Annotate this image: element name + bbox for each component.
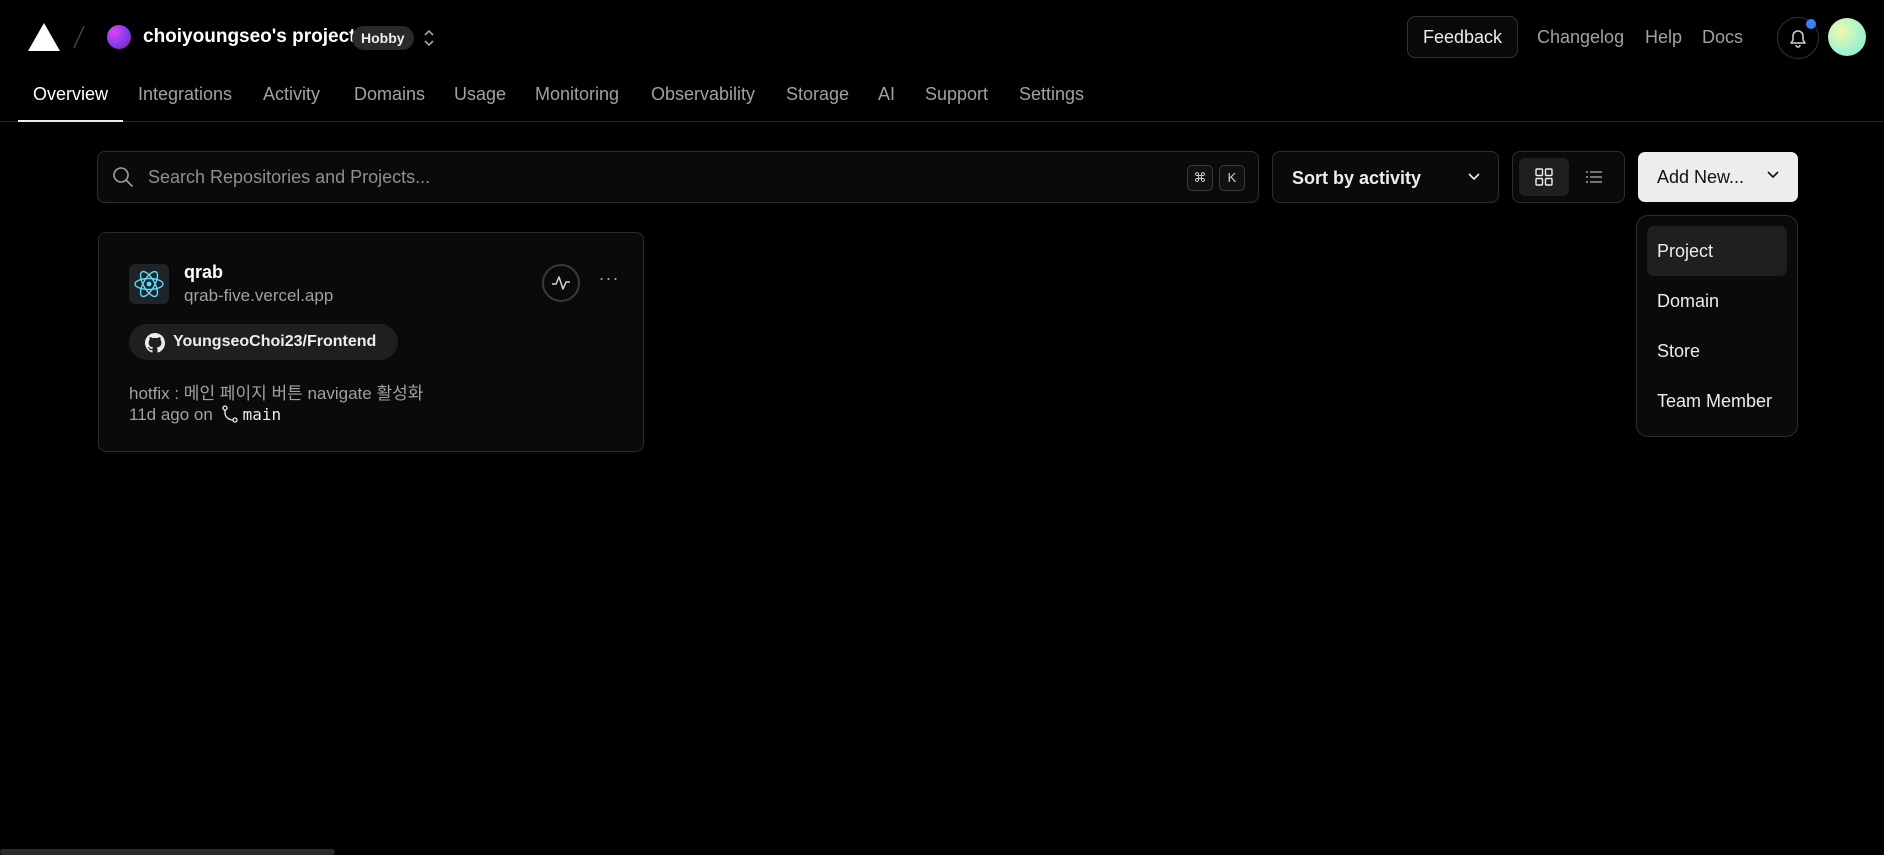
sort-select-value: Sort by activity (1292, 168, 1422, 188)
team-switcher-chevron-icon[interactable] (420, 26, 438, 50)
team-name[interactable]: choiyoungseo's projects (143, 26, 366, 48)
horizontal-scrollbar[interactable] (0, 849, 335, 855)
tab-activity[interactable]: Activity (263, 84, 320, 105)
tab-observability[interactable]: Observability (651, 84, 755, 105)
active-tab-indicator (18, 120, 123, 122)
team-avatar[interactable] (107, 25, 131, 49)
nav-tabs: Overview Integrations Activity Domains U… (0, 76, 1884, 122)
tab-settings[interactable]: Settings (1019, 84, 1084, 105)
list-icon (1586, 171, 1602, 183)
tab-monitoring[interactable]: Monitoring (535, 84, 619, 105)
bell-icon (1790, 30, 1806, 48)
chevron-down-icon (1468, 173, 1480, 181)
repo-name: YoungseoChoi23/Frontend (173, 333, 377, 350)
tab-storage[interactable]: Storage (786, 84, 849, 105)
pulse-icon (552, 276, 570, 290)
vercel-logo-icon[interactable] (28, 23, 60, 56)
list-view-button[interactable] (1569, 158, 1619, 196)
help-link[interactable]: Help (1645, 27, 1682, 48)
shortcut-k-key: K (1219, 165, 1245, 191)
git-branch-icon (221, 405, 238, 423)
menu-item-domain[interactable]: Domain (1647, 276, 1787, 326)
more-options-icon[interactable]: ··· (596, 267, 622, 293)
tab-support[interactable]: Support (925, 84, 988, 105)
tab-domains[interactable]: Domains (354, 84, 425, 105)
notification-dot (1806, 19, 1816, 29)
menu-item-project[interactable]: Project (1647, 226, 1787, 276)
feedback-button[interactable]: Feedback (1407, 16, 1519, 58)
search-bar[interactable]: ⌘ K (97, 151, 1259, 203)
add-new-menu: Project Domain Store Team Member (1636, 215, 1798, 437)
shortcut-cmd-key: ⌘ (1187, 165, 1213, 191)
commit-age: 11d ago on (129, 405, 213, 424)
chevron-down-icon (1767, 171, 1779, 179)
grid-icon (1535, 168, 1553, 186)
project-name[interactable]: qrab (184, 262, 223, 283)
activity-button[interactable] (542, 264, 580, 302)
search-input[interactable] (148, 164, 1148, 190)
menu-item-store[interactable]: Store (1647, 326, 1787, 376)
breadcrumb-separator-icon (72, 24, 86, 50)
commit-meta: 11d ago on main (129, 405, 281, 425)
sort-select[interactable]: Sort by activity (1272, 151, 1499, 203)
plan-badge: Hobby (352, 26, 414, 50)
commit-message: hotfix : 메인 페이지 버튼 navigate 활성화 (129, 384, 424, 403)
react-icon (129, 264, 169, 304)
top-bar: choiyoungseo's projects Hobby Feedback C… (0, 0, 1884, 76)
project-card[interactable]: qrab qrab-five.vercel.app ··· YoungseoCh… (98, 232, 644, 452)
github-icon (145, 333, 165, 353)
branch-name: main (242, 405, 282, 424)
user-avatar[interactable] (1828, 18, 1866, 56)
docs-link[interactable]: Docs (1702, 27, 1743, 48)
view-toggle (1512, 151, 1625, 203)
add-new-label: Add New... (1657, 167, 1745, 187)
tab-overview[interactable]: Overview (33, 84, 108, 105)
project-url[interactable]: qrab-five.vercel.app (184, 286, 333, 306)
search-icon (113, 167, 133, 187)
grid-view-button[interactable] (1519, 158, 1569, 196)
tab-integrations[interactable]: Integrations (138, 84, 232, 105)
tab-ai[interactable]: AI (878, 84, 895, 105)
tab-usage[interactable]: Usage (454, 84, 506, 105)
repo-link[interactable]: YoungseoChoi23/Frontend (129, 324, 399, 360)
menu-item-team-member[interactable]: Team Member (1647, 376, 1787, 426)
add-new-button[interactable]: Add New... (1638, 152, 1798, 202)
changelog-link[interactable]: Changelog (1537, 27, 1624, 48)
